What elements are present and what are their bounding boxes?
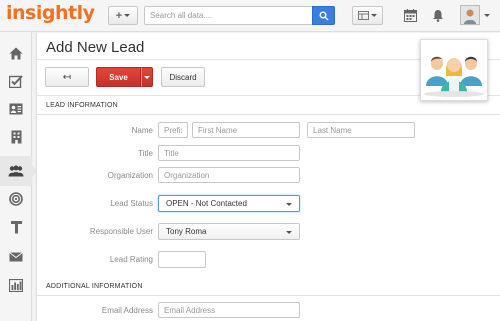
- sidebar-item-contacts[interactable]: [0, 94, 32, 124]
- people-group-icon: [424, 56, 484, 97]
- sidebar-item-leads[interactable]: [0, 156, 38, 186]
- save-options-button[interactable]: [141, 67, 153, 87]
- organization-input[interactable]: [158, 167, 300, 183]
- title-label: Title: [138, 149, 153, 158]
- divider: [37, 295, 500, 296]
- tasks-icon: [9, 74, 23, 88]
- search-input[interactable]: [144, 6, 312, 25]
- lead-rating-label: Lead Rating: [109, 255, 153, 264]
- app-logo[interactable]: insightly: [6, 2, 95, 24]
- chevron-down-icon[interactable]: [484, 14, 490, 17]
- lead-status-value: OPEN - Not Contacted: [166, 199, 247, 208]
- responsible-user-select[interactable]: Tony Roma: [158, 223, 300, 240]
- first-name-input[interactable]: [192, 122, 300, 138]
- reports-icon: [9, 278, 23, 292]
- organization-label: Organization: [107, 171, 153, 180]
- chevron-down-icon: [144, 75, 150, 79]
- app-switcher-button[interactable]: [352, 6, 383, 25]
- section-heading-lead-information: LEAD INFORMATION: [46, 102, 118, 109]
- last-name-input[interactable]: [307, 122, 415, 138]
- back-arrow-icon: ↤: [62, 71, 72, 83]
- opportunities-icon: [9, 192, 23, 206]
- home-icon: [9, 47, 23, 59]
- calendar-icon[interactable]: [403, 8, 417, 22]
- chevron-down-icon: [286, 231, 292, 234]
- sidebar-item-tasks[interactable]: [0, 66, 32, 96]
- leads-icon: [8, 165, 24, 177]
- responsible-user-label: Responsible User: [89, 227, 153, 236]
- sidebar: [0, 32, 38, 321]
- responsible-user-value: Tony Roma: [166, 227, 207, 236]
- save-button[interactable]: Save: [96, 67, 141, 87]
- sidebar-item-organizations[interactable]: [0, 122, 32, 152]
- quick-add-button[interactable]: +: [108, 6, 138, 25]
- bell-icon[interactable]: [431, 8, 445, 22]
- grid-icon: [358, 11, 369, 20]
- chevron-down-icon: [124, 14, 131, 17]
- sidebar-item-email[interactable]: [0, 242, 32, 272]
- sidebar-item-home[interactable]: [0, 38, 32, 68]
- search-icon: [319, 11, 329, 21]
- sidebar-item-opportunities[interactable]: [0, 184, 32, 214]
- prefix-input[interactable]: [158, 122, 188, 138]
- divider: [37, 114, 500, 115]
- top-bar: insightly +: [0, 0, 500, 32]
- search-button[interactable]: [312, 6, 335, 25]
- email-address-input[interactable]: [158, 302, 300, 318]
- discard-button[interactable]: Discard: [161, 67, 205, 87]
- plus-icon: +: [115, 9, 123, 22]
- name-label: Name: [131, 126, 153, 135]
- chevron-down-icon: [371, 14, 377, 17]
- lead-rating-input[interactable]: [158, 251, 206, 268]
- user-avatar[interactable]: [460, 5, 480, 25]
- section-heading-additional-information: ADDITIONAL INFORMATION: [46, 283, 143, 290]
- page-title: Add New Lead: [46, 39, 145, 56]
- title-input[interactable]: [158, 145, 300, 161]
- back-button[interactable]: ↤: [45, 67, 89, 87]
- email-icon: [9, 252, 23, 262]
- chevron-down-icon: [286, 203, 292, 206]
- lead-status-select[interactable]: OPEN - Not Contacted: [158, 195, 300, 212]
- lead-status-label: Lead Status: [110, 199, 153, 208]
- leads-illustration-card: [420, 39, 488, 101]
- organizations-icon: [11, 130, 21, 144]
- projects-icon: [10, 221, 22, 234]
- sidebar-item-projects[interactable]: [0, 212, 32, 242]
- contacts-icon: [9, 103, 23, 115]
- user-icon: [461, 6, 479, 24]
- sidebar-item-reports[interactable]: [0, 270, 32, 300]
- email-address-label: Email Address: [101, 306, 153, 315]
